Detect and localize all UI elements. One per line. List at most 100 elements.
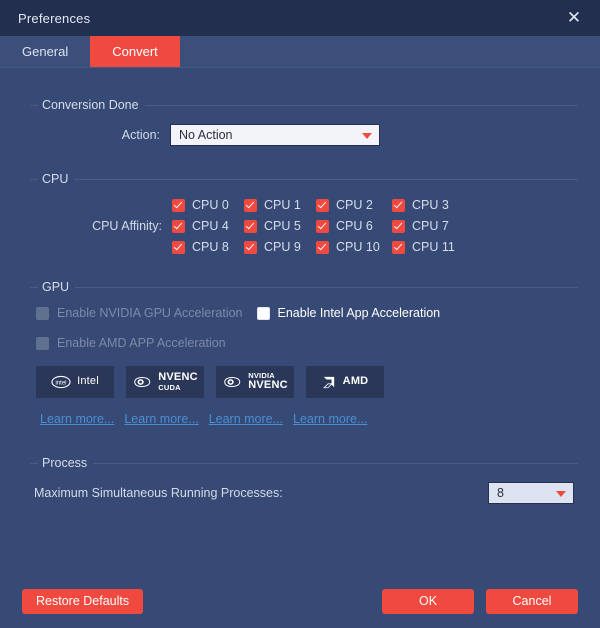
learn-more-link-intel[interactable]: Learn more...	[40, 412, 114, 426]
dialog-footer: Restore Defaults OK Cancel	[0, 574, 600, 628]
badge-label: Intel	[77, 375, 99, 388]
learn-more-link-amd[interactable]: Learn more...	[293, 412, 367, 426]
cpu-label: CPU 2	[336, 198, 373, 212]
cpu-label: CPU 10	[336, 240, 380, 254]
cancel-button[interactable]: Cancel	[486, 588, 578, 614]
close-icon[interactable]: ✕	[560, 4, 588, 32]
badge-label: NVIDIA NVENC	[248, 371, 288, 392]
badge-intel[interactable]: intel Intel	[36, 366, 114, 398]
cpu-checkbox-1[interactable]: CPU 1	[244, 198, 316, 212]
cpu-affinity-row: CPU Affinity: CPU 0 CPU 1 CPU 2 CPU 3 CP…	[48, 198, 578, 254]
cpu-label: CPU 11	[412, 240, 455, 254]
nvidia-gpu-acceleration-label: Enable NVIDIA GPU Acceleration	[57, 306, 243, 320]
checkbox-icon[interactable]	[172, 219, 185, 233]
cpu-label: CPU 1	[264, 198, 301, 212]
max-processes-label: Maximum Simultaneous Running Processes:	[34, 486, 283, 500]
cpu-checkbox-0[interactable]: CPU 0	[172, 198, 244, 212]
svg-text:intel: intel	[56, 381, 67, 387]
cpu-label: CPU 0	[192, 198, 229, 212]
cpu-label: CPU 4	[192, 219, 229, 233]
checkbox-icon[interactable]	[392, 198, 405, 212]
amd-app-acceleration-label: Enable AMD APP Acceleration	[57, 336, 226, 350]
tab-general[interactable]: General	[0, 36, 90, 67]
checkbox-icon	[36, 306, 49, 320]
intel-app-acceleration-checkbox[interactable]: Enable Intel App Acceleration	[256, 306, 441, 320]
action-select-value: No Action	[179, 128, 233, 142]
intel-app-acceleration-label: Enable Intel App Acceleration	[277, 306, 441, 320]
cpu-label: CPU 7	[412, 219, 449, 233]
chevron-down-icon	[362, 133, 372, 139]
cpu-label: CPU 3	[412, 198, 449, 212]
window-title: Preferences	[18, 10, 91, 26]
gpu-options-row-2: Enable AMD APP Acceleration	[36, 336, 578, 350]
group-title-gpu: GPU	[38, 280, 76, 294]
cpu-label: CPU 6	[336, 219, 373, 233]
checkbox-icon	[36, 336, 49, 350]
gpu-options-row-1: Enable NVIDIA GPU Acceleration Enable In…	[36, 306, 578, 320]
ok-button[interactable]: OK	[382, 588, 474, 614]
max-processes-row: Maximum Simultaneous Running Processes: …	[30, 482, 578, 504]
checkbox-icon[interactable]	[172, 240, 185, 254]
amd-arrow-logo-icon	[322, 376, 334, 388]
checkbox-icon[interactable]	[244, 240, 257, 254]
badge-label: AMD	[342, 375, 369, 388]
group-conversion-done: Conversion Done Action: No Action	[22, 92, 578, 156]
preferences-content: Conversion Done Action: No Action CPU CP…	[0, 68, 600, 628]
checkbox-icon[interactable]	[316, 198, 329, 212]
cpu-checkbox-7[interactable]: CPU 7	[392, 219, 468, 233]
tab-strip: General Convert	[0, 36, 600, 68]
cpu-checkbox-10[interactable]: CPU 10	[316, 240, 392, 254]
title-bar: Preferences ✕	[0, 0, 600, 36]
checkbox-icon[interactable]	[316, 240, 329, 254]
group-title-process: Process	[38, 456, 94, 470]
cpu-checkbox-3[interactable]: CPU 3	[392, 198, 468, 212]
badge-amd[interactable]: AMD	[306, 366, 384, 398]
cpu-checkbox-2[interactable]: CPU 2	[316, 198, 392, 212]
group-gpu: GPU Enable NVIDIA GPU Acceleration Enabl…	[22, 274, 578, 436]
amd-app-acceleration-checkbox: Enable AMD APP Acceleration	[36, 336, 226, 350]
checkbox-icon[interactable]	[244, 219, 257, 233]
group-title-cpu: CPU	[38, 172, 75, 186]
cpu-checkbox-4[interactable]: CPU 4	[172, 219, 244, 233]
group-cpu: CPU CPU Affinity: CPU 0 CPU 1 CPU 2 CPU …	[22, 166, 578, 264]
badge-sublabel: CUDA	[158, 382, 181, 392]
learn-more-links: Learn more... Learn more... Learn more..…	[36, 412, 578, 426]
group-process: Process Maximum Simultaneous Running Pro…	[22, 450, 578, 514]
cpu-checkbox-11[interactable]: CPU 11	[392, 240, 468, 254]
gpu-vendor-badges: intel Intel NVENC CUDA NVIDIA NVENC AMD	[36, 366, 578, 398]
badge-nvidia-nvenc[interactable]: NVIDIA NVENC	[216, 366, 294, 398]
checkbox-icon[interactable]	[316, 219, 329, 233]
action-select[interactable]: No Action	[170, 124, 380, 146]
checkbox-icon[interactable]	[392, 240, 405, 254]
cpu-checkbox-8[interactable]: CPU 8	[172, 240, 244, 254]
action-row: Action: No Action	[48, 124, 578, 146]
checkbox-icon[interactable]	[172, 198, 185, 212]
checkbox-icon[interactable]	[244, 198, 257, 212]
cpu-label: CPU 9	[264, 240, 301, 254]
cpu-label: CPU 8	[192, 240, 229, 254]
learn-more-link-nvidia-nvenc[interactable]: Learn more...	[209, 412, 283, 426]
cpu-checkbox-9[interactable]: CPU 9	[244, 240, 316, 254]
intel-logo-icon: intel	[51, 375, 71, 389]
nvidia-eye-logo-icon	[134, 376, 151, 388]
restore-defaults-button[interactable]: Restore Defaults	[22, 588, 144, 614]
chevron-down-icon	[556, 491, 566, 497]
nvidia-eye-logo-icon	[224, 376, 241, 388]
checkbox-icon[interactable]	[392, 219, 405, 233]
checkbox-icon[interactable]	[256, 306, 270, 320]
cpu-label: CPU 5	[264, 219, 301, 233]
learn-more-link-nvenc-cuda[interactable]: Learn more...	[124, 412, 198, 426]
badge-nvenc-cuda[interactable]: NVENC CUDA	[126, 366, 204, 398]
badge-label: NVENC CUDA	[158, 371, 198, 392]
cpu-affinity-label: CPU Affinity:	[92, 219, 162, 233]
group-divider	[30, 463, 578, 464]
group-title-conversion-done: Conversion Done	[38, 98, 145, 112]
action-label: Action:	[121, 128, 160, 142]
group-divider	[30, 287, 578, 288]
cpu-checkbox-6[interactable]: CPU 6	[316, 219, 392, 233]
max-processes-select[interactable]: 8	[488, 482, 574, 504]
cpu-checkbox-5[interactable]: CPU 5	[244, 219, 316, 233]
nvidia-gpu-acceleration-checkbox: Enable NVIDIA GPU Acceleration	[36, 306, 243, 320]
cpu-affinity-grid: CPU 0 CPU 1 CPU 2 CPU 3 CPU 4 CPU 5 CPU …	[172, 198, 468, 254]
tab-convert[interactable]: Convert	[90, 36, 180, 67]
